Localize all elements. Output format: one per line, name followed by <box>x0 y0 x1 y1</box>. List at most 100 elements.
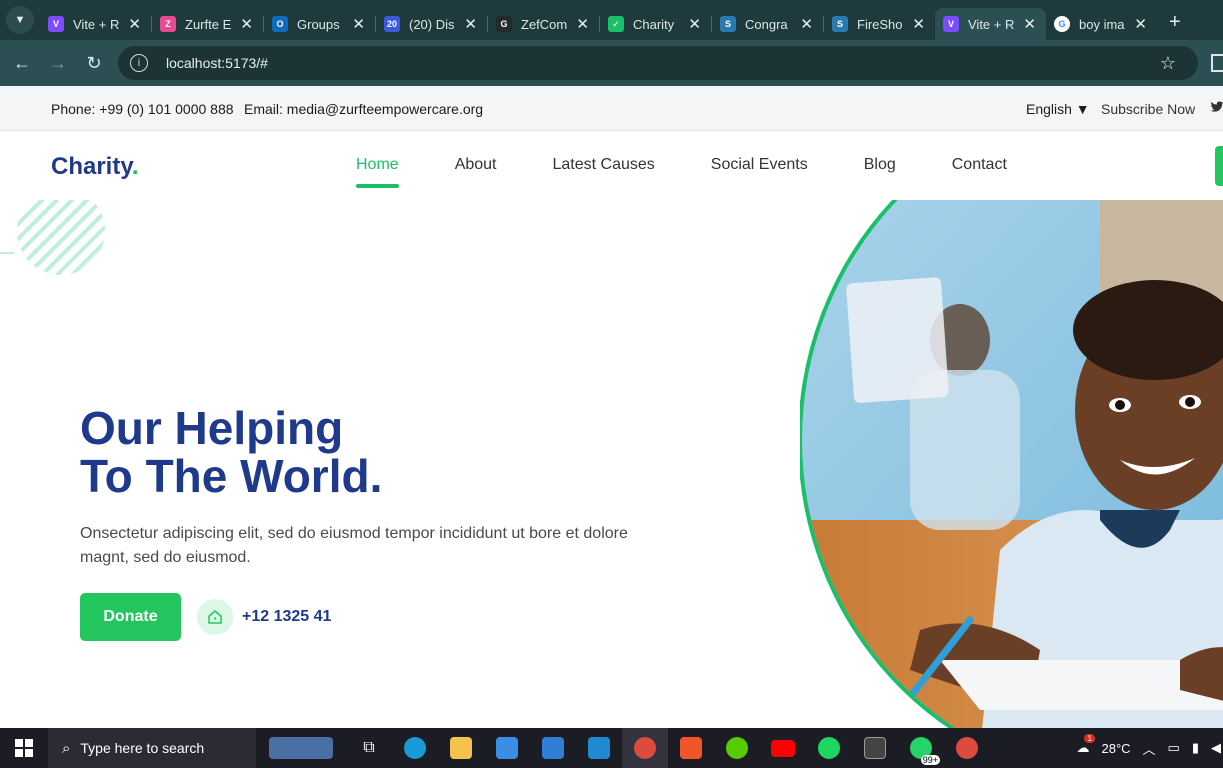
task-view-icon[interactable]: ⧉ <box>346 728 392 768</box>
browser-tab[interactable]: V Vite + R ✕ <box>935 8 1046 40</box>
hero-photo-boy-in-classroom <box>800 200 1223 728</box>
spotify-glyph-icon <box>818 737 840 759</box>
tab-close-icon[interactable]: ✕ <box>240 15 253 33</box>
nav-link-blog[interactable]: Blog <box>864 156 896 174</box>
tab-list: V Vite + R ✕ Z Zurfte E ✕ O Groups ✕ 20 (20) Dis ✕ G… <box>40 0 1157 40</box>
browser-tab[interactable]: S Congra ✕ <box>712 8 823 40</box>
chrome-icon[interactable] <box>622 728 668 768</box>
language-selector[interactable]: English ▼ <box>1026 101 1090 117</box>
search-highlight-image[interactable] <box>256 728 346 768</box>
subscribe-link[interactable]: Subscribe Now <box>1101 101 1195 117</box>
system-tray: ☁ 1 28°C ︿ ▭ ▮ ◀ <box>1076 728 1223 768</box>
edge-icon[interactable] <box>392 728 438 768</box>
tab-favicon-icon: ✓ <box>608 16 624 32</box>
mail-icon[interactable] <box>530 728 576 768</box>
nav-link-latest-causes[interactable]: Latest Causes <box>553 156 655 174</box>
edge-glyph-icon <box>404 737 426 759</box>
address-bar[interactable]: i localhost:5173/# ☆ <box>118 46 1198 80</box>
taskbar-search-box[interactable]: ⌕ Type here to search <box>48 728 256 768</box>
microsoft-store-icon[interactable] <box>484 728 530 768</box>
nav-link-social-events[interactable]: Social Events <box>711 156 808 174</box>
chrome-profile-glyph-icon <box>956 737 978 759</box>
battery-icon[interactable]: ▮ <box>1192 740 1199 756</box>
reload-icon[interactable]: ↻ <box>76 53 112 74</box>
logo-text: Charity <box>51 153 132 180</box>
tab-favicon-icon: 20 <box>384 16 400 32</box>
tab-close-icon[interactable]: ✕ <box>128 15 141 33</box>
spotify-icon[interactable] <box>806 728 852 768</box>
browser-tab[interactable]: 20 (20) Dis ✕ <box>376 8 487 40</box>
logo-dot: . <box>131 153 139 180</box>
tab-close-icon[interactable]: ✕ <box>912 15 925 33</box>
extensions-icon[interactable] <box>1211 54 1223 72</box>
weather-icon[interactable]: ☁ 1 <box>1076 734 1095 756</box>
tab-close-icon[interactable]: ✕ <box>352 15 365 33</box>
windows-start-icon[interactable] <box>0 728 48 768</box>
browser-tab[interactable]: ✓ Charity ✕ <box>600 8 711 40</box>
temperature-text[interactable]: 28°C <box>1101 741 1130 756</box>
tab-close-icon[interactable]: ✕ <box>576 15 589 33</box>
hero-phone-number[interactable]: +12 1325 41 <box>242 608 331 626</box>
youtube-icon[interactable] <box>760 728 806 768</box>
browser-tab[interactable]: G ZefCom ✕ <box>488 8 599 40</box>
nav-link-contact[interactable]: Contact <box>952 156 1007 174</box>
bookmark-star-icon[interactable]: ☆ <box>1160 53 1176 74</box>
back-arrow-icon[interactable]: ← <box>4 53 40 74</box>
tab-favicon-icon: V <box>943 16 959 32</box>
hero-title-line-2: To The World. <box>80 450 383 502</box>
tab-favicon-icon: O <box>272 16 288 32</box>
tab-close-icon[interactable]: ✕ <box>800 15 813 33</box>
site-info-icon[interactable]: i <box>130 54 148 72</box>
nav-link-about[interactable]: About <box>455 156 497 174</box>
terminal-icon[interactable] <box>852 728 898 768</box>
brave-lion-icon <box>680 737 702 759</box>
tab-title: (20) Dis <box>409 16 455 32</box>
browser-tab[interactable]: Z Zurfte E ✕ <box>152 8 263 40</box>
hero-description: Onsectetur adipiscing elit, sed do eiusm… <box>80 525 628 566</box>
tab-close-icon[interactable]: ✕ <box>688 15 701 33</box>
browser-toolbar: ← → ↻ i localhost:5173/# ☆ <box>0 40 1223 86</box>
site-logo[interactable]: Charity. <box>51 153 139 181</box>
chrome-profile-icon[interactable] <box>944 728 990 768</box>
hero-section: Our Helping To The World. Onsectetur adi… <box>0 200 1223 728</box>
volume-icon[interactable]: ◀ <box>1211 740 1221 756</box>
nav-cta-button[interactable] <box>1215 146 1223 186</box>
forward-arrow-icon[interactable]: → <box>40 53 76 74</box>
browser-tab[interactable]: Gboy ima ✕ <box>1046 8 1157 40</box>
file-explorer-icon[interactable] <box>438 728 484 768</box>
brave-icon[interactable] <box>668 728 714 768</box>
tab-close-icon[interactable]: ✕ <box>1023 15 1036 33</box>
tab-title: Vite + R <box>73 16 119 32</box>
chevron-up-icon[interactable]: ︿ <box>1143 739 1156 758</box>
tab-close-icon[interactable]: ✕ <box>1134 15 1147 33</box>
duolingo-icon[interactable] <box>714 728 760 768</box>
weather-badge: 1 <box>1084 734 1095 743</box>
vscode-icon[interactable] <box>576 728 622 768</box>
nav-link-home[interactable]: Home <box>356 156 399 188</box>
whatsapp-icon[interactable]: 99+ <box>898 728 944 768</box>
whatsapp-badge: 99+ <box>920 755 940 765</box>
topbar-email[interactable]: Email: media@zurfteempowercare.org <box>244 101 483 117</box>
browser-tab[interactable]: O Groups ✕ <box>264 8 375 40</box>
tab-title: ZefCom <box>521 16 567 32</box>
tab-title: FireSho <box>857 16 903 32</box>
url-text[interactable]: localhost:5173/# <box>166 55 268 71</box>
network-icon[interactable]: ▭ <box>1168 740 1180 756</box>
hero-title-line-1: Our Helping <box>80 402 344 454</box>
contact-info-bar: Phone: +99 (0) 101 0000 888 Email: media… <box>0 86 1223 131</box>
topbar-phone: Phone: +99 (0) 101 0000 888 <box>51 101 234 117</box>
tab-title: Zurfte E <box>185 16 231 32</box>
browser-tab[interactable]: V Vite + R ✕ <box>40 8 151 40</box>
new-tab-button[interactable]: + <box>1169 11 1181 34</box>
tab-favicon-icon: S <box>832 16 848 32</box>
tab-search-button[interactable]: ▼ <box>6 6 34 34</box>
store-bag-icon <box>496 737 518 759</box>
twitter-icon[interactable] <box>1210 100 1223 117</box>
tab-close-icon[interactable]: ✕ <box>464 15 477 33</box>
tab-favicon-icon: V <box>48 16 64 32</box>
tab-favicon-icon: G <box>1054 16 1070 32</box>
home-icon <box>197 599 233 635</box>
browser-tab[interactable]: S FireSho ✕ <box>824 8 935 40</box>
envelope-icon <box>542 737 564 759</box>
donate-button[interactable]: Donate <box>80 593 181 641</box>
